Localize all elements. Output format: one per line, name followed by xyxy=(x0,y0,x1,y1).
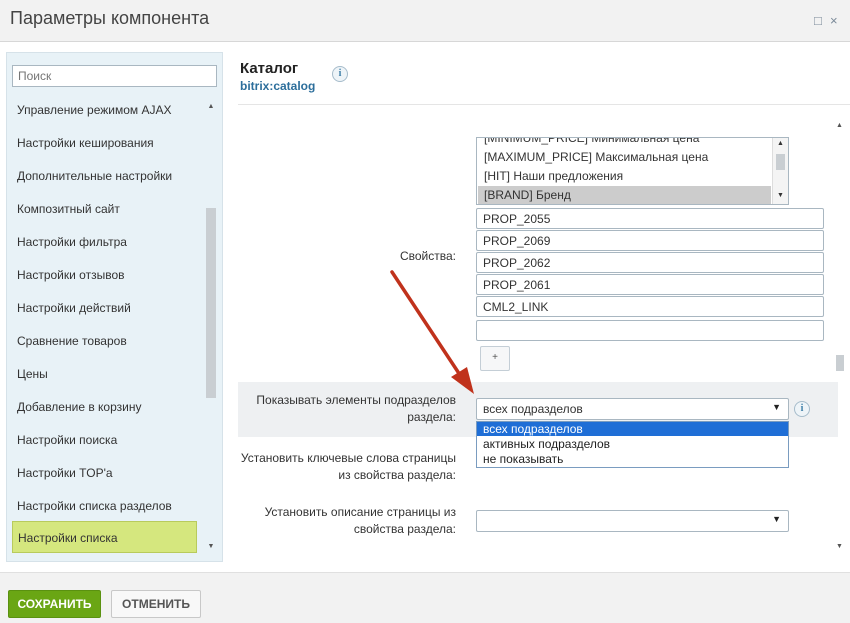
chevron-down-icon: ▼ xyxy=(772,402,781,412)
dropdown-option[interactable]: активных подразделов xyxy=(477,437,788,451)
cancel-button[interactable]: ОТМЕНИТЬ xyxy=(111,590,201,618)
sidebar-item-cache[interactable]: Настройки кеширования xyxy=(12,130,197,158)
scroll-up-icon[interactable]: ▲ xyxy=(777,140,784,147)
component-settings-dialog: Параметры компонента □ × Управление режи… xyxy=(0,0,850,623)
dialog-footer: СОХРАНИТЬ ОТМЕНИТЬ xyxy=(0,572,850,623)
property-field[interactable] xyxy=(476,208,824,229)
main-scrollbar[interactable]: ▲ ▼ xyxy=(834,122,846,562)
property-field[interactable] xyxy=(476,320,824,341)
sidebar-scrollbar-thumb[interactable] xyxy=(206,208,216,398)
show-subsections-value: всех подразделов xyxy=(483,402,583,416)
sidebar: Управление режимом AJAX Настройки кеширо… xyxy=(6,52,223,562)
search-input[interactable] xyxy=(12,65,217,87)
sidebar-item-composite[interactable]: Композитный сайт xyxy=(12,196,197,224)
property-field[interactable] xyxy=(476,230,824,251)
property-field[interactable] xyxy=(476,252,824,273)
property-field[interactable] xyxy=(476,296,824,317)
show-subsections-label: Показывать элементы подразделов раздела: xyxy=(256,393,456,424)
sidebar-item-actions[interactable]: Настройки действий xyxy=(12,295,197,323)
scroll-down-icon[interactable]: ▼ xyxy=(777,192,784,199)
sidebar-item-top[interactable]: Настройки TOP'а xyxy=(12,460,197,488)
scroll-down-icon[interactable]: ▼ xyxy=(836,543,843,550)
close-icon[interactable]: × xyxy=(830,13,838,28)
sidebar-item-basket[interactable]: Добавление в корзину xyxy=(12,394,197,422)
scroll-down-icon[interactable]: ▼ xyxy=(206,543,216,550)
maximize-icon[interactable]: □ xyxy=(814,13,822,28)
scroll-up-icon[interactable]: ▲ xyxy=(206,103,216,110)
listbox-option[interactable]: [HIT] Наши предложения xyxy=(478,167,771,186)
sidebar-scrollbar[interactable]: ▲ ▼ xyxy=(206,103,218,557)
main-panel: Каталог bitrix:catalog i Свойства: [MINI… xyxy=(230,42,850,572)
show-subsections-dropdown[interactable]: всех подразделов активных подразделов не… xyxy=(476,421,789,468)
component-code: bitrix:catalog xyxy=(240,79,316,93)
settings-content: Свойства: [MINIMUM_PRICE] Минимальная це… xyxy=(230,108,838,572)
sidebar-item-ajax[interactable]: Управление режимом AJAX xyxy=(12,97,197,125)
chevron-down-icon: ▼ xyxy=(772,514,781,524)
show-subsections-select[interactable]: всех подразделов ▼ xyxy=(476,398,789,420)
component-name: Каталог xyxy=(240,60,299,77)
description-select[interactable]: ▼ xyxy=(476,510,789,532)
info-icon[interactable]: i xyxy=(794,401,810,417)
scroll-up-icon[interactable]: ▲ xyxy=(836,122,843,129)
add-property-button[interactable]: + xyxy=(480,346,510,371)
listbox-option-selected[interactable]: [BRAND] Бренд xyxy=(478,186,771,204)
sidebar-item-filter[interactable]: Настройки фильтра xyxy=(12,229,197,257)
dialog-titlebar: Параметры компонента □ × xyxy=(0,0,850,42)
listbox-option[interactable]: [MAXIMUM_PRICE] Максимальная цена xyxy=(478,148,771,167)
listbox-scrollbar-thumb[interactable] xyxy=(776,154,785,170)
sidebar-item-search[interactable]: Настройки поиска xyxy=(12,427,197,455)
sidebar-item-compare[interactable]: Сравнение товаров xyxy=(12,328,197,356)
dropdown-option[interactable]: не показывать xyxy=(477,452,788,466)
listbox-scrollbar[interactable]: ▲ ▼ xyxy=(772,138,788,204)
listbox-option[interactable]: [MINIMUM_PRICE] Минимальная цена xyxy=(478,138,771,148)
dialog-title: Параметры компонента xyxy=(10,8,210,28)
properties-listbox[interactable]: [MINIMUM_PRICE] Минимальная цена [MAXIMU… xyxy=(476,137,789,205)
sidebar-list: Управление режимом AJAX Настройки кеширо… xyxy=(7,97,205,563)
properties-label: Свойства: xyxy=(399,249,456,263)
property-field[interactable] xyxy=(476,274,824,295)
sidebar-item-section-list[interactable]: Настройки списка разделов xyxy=(12,493,197,521)
dropdown-option-selected[interactable]: всех подразделов xyxy=(477,422,788,436)
component-header: Каталог bitrix:catalog xyxy=(240,60,315,93)
sidebar-item-list-settings[interactable]: Настройки списка xyxy=(12,521,197,553)
main-scrollbar-thumb[interactable] xyxy=(836,355,844,371)
save-button[interactable]: СОХРАНИТЬ xyxy=(8,590,101,618)
description-label: Установить описание страницы из свойства… xyxy=(264,505,456,536)
sidebar-item-reviews[interactable]: Настройки отзывов xyxy=(12,262,197,290)
header-divider xyxy=(238,104,850,105)
keywords-label: Установить ключевые слова страницы из св… xyxy=(240,451,456,482)
sidebar-item-prices[interactable]: Цены xyxy=(12,361,197,389)
sidebar-item-additional[interactable]: Дополнительные настройки xyxy=(12,163,197,191)
info-icon[interactable]: i xyxy=(332,66,348,82)
